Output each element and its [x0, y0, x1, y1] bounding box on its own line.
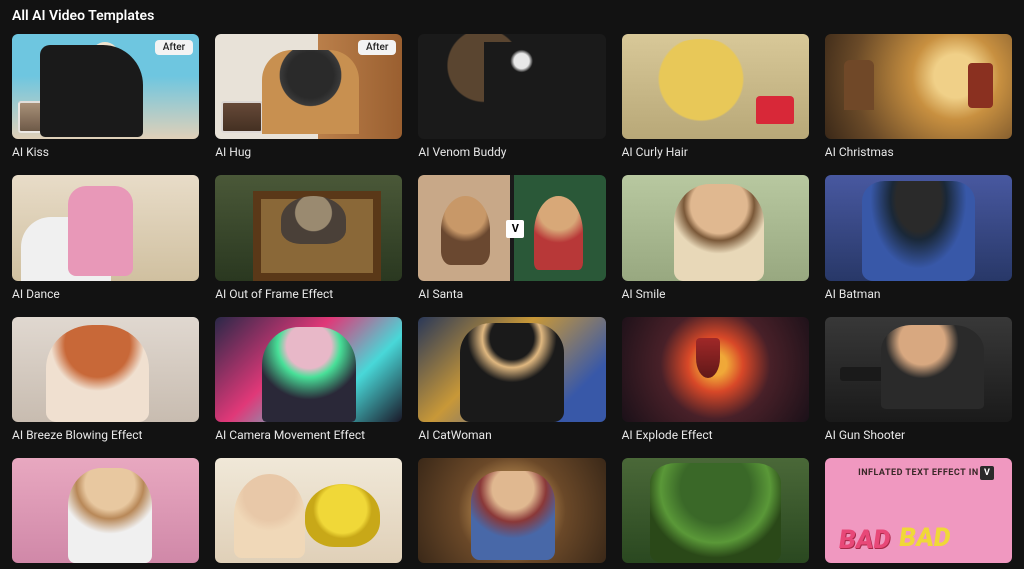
- template-label: AI Venom Buddy: [418, 145, 605, 159]
- template-label: AI Breeze Blowing Effect: [12, 428, 199, 442]
- template-label: AI Batman: [825, 287, 1012, 301]
- template-label: AI Dance: [12, 287, 199, 301]
- template-card[interactable]: AI Christmas: [825, 34, 1012, 159]
- template-thumbnail: V: [418, 175, 605, 280]
- template-label: AI Christmas: [825, 145, 1012, 159]
- template-card[interactable]: [622, 458, 809, 569]
- template-thumbnail: [622, 317, 809, 422]
- template-thumbnail: [12, 175, 199, 280]
- template-card[interactable]: AI Explode Effect: [622, 317, 809, 442]
- template-thumbnail: [825, 175, 1012, 280]
- template-thumbnail: [12, 458, 199, 563]
- template-label: AI Smile: [622, 287, 809, 301]
- template-card[interactable]: After AI Kiss: [12, 34, 199, 159]
- template-thumbnail: [418, 34, 605, 139]
- template-thumbnail: [215, 458, 402, 563]
- template-card[interactable]: AI Gun Shooter: [825, 317, 1012, 442]
- template-thumbnail: V: [825, 458, 1012, 563]
- template-thumbnail: [622, 34, 809, 139]
- template-card[interactable]: AI Out of Frame Effect: [215, 175, 402, 300]
- template-label: AI Curly Hair: [622, 145, 809, 159]
- section-title: All AI Video Templates: [12, 8, 1012, 24]
- template-label: AI Kiss: [12, 145, 199, 159]
- template-thumbnail: [12, 317, 199, 422]
- template-thumbnail: After: [12, 34, 199, 139]
- template-thumbnail: [418, 458, 605, 563]
- template-thumbnail: After: [215, 34, 402, 139]
- template-card[interactable]: AI CatWoman: [418, 317, 605, 442]
- template-card[interactable]: AI Curly Hair: [622, 34, 809, 159]
- template-thumbnail: [825, 34, 1012, 139]
- template-card[interactable]: After AI Hug: [215, 34, 402, 159]
- template-thumbnail: [215, 317, 402, 422]
- before-inset: [221, 101, 263, 133]
- after-badge: After: [358, 40, 396, 55]
- template-card[interactable]: AI Camera Movement Effect: [215, 317, 402, 442]
- after-badge: After: [155, 40, 193, 55]
- template-thumbnail: [215, 175, 402, 280]
- template-card[interactable]: AI Breeze Blowing Effect: [12, 317, 199, 442]
- template-label: AI Gun Shooter: [825, 428, 1012, 442]
- template-label: AI Out of Frame Effect: [215, 287, 402, 301]
- v-badge-icon: V: [506, 220, 524, 238]
- template-card[interactable]: [418, 458, 605, 569]
- template-card[interactable]: AI Smile: [622, 175, 809, 300]
- template-label: AI Santa: [418, 287, 605, 301]
- template-card[interactable]: AI Venom Buddy: [418, 34, 605, 159]
- template-card[interactable]: [215, 458, 402, 569]
- template-card[interactable]: V AI Santa: [418, 175, 605, 300]
- before-inset: [18, 101, 60, 133]
- template-thumbnail: [418, 317, 605, 422]
- template-card[interactable]: AI Batman: [825, 175, 1012, 300]
- template-grid: After AI Kiss After AI Hug AI Venom Budd…: [12, 34, 1012, 569]
- template-thumbnail: [622, 175, 809, 280]
- template-label: AI Hug: [215, 145, 402, 159]
- template-card[interactable]: AI Dance: [12, 175, 199, 300]
- template-label: AI Explode Effect: [622, 428, 809, 442]
- template-card[interactable]: [12, 458, 199, 569]
- template-thumbnail: [622, 458, 809, 563]
- template-label: AI Camera Movement Effect: [215, 428, 402, 442]
- template-card[interactable]: V: [825, 458, 1012, 569]
- v-badge-icon: V: [980, 466, 994, 480]
- template-thumbnail: [825, 317, 1012, 422]
- template-label: AI CatWoman: [418, 428, 605, 442]
